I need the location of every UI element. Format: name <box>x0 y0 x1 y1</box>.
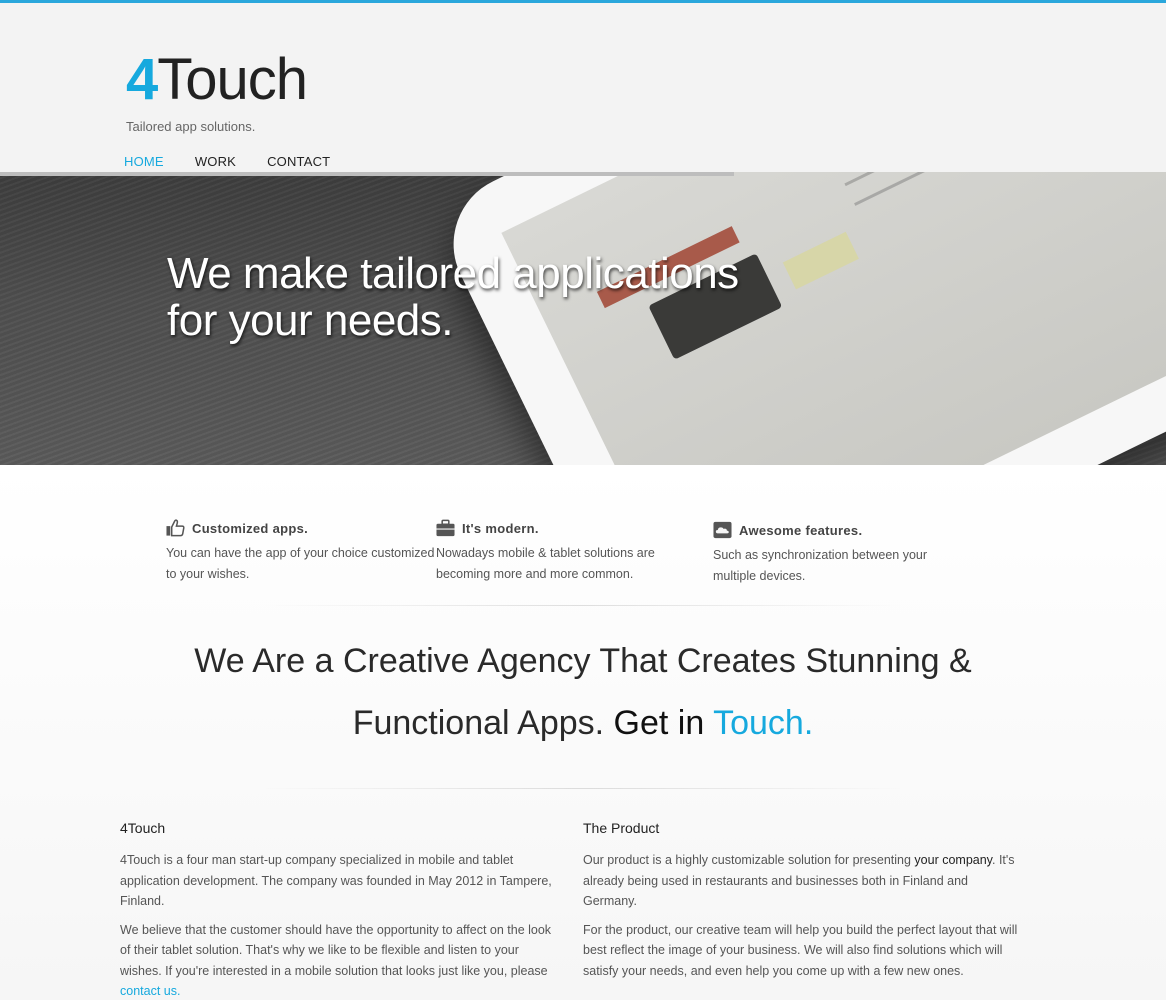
hero-title-line-1: We make tailored applications <box>167 249 739 298</box>
screen-yellow-block <box>782 231 859 290</box>
product-paragraph-1: Our product is a highly customizable sol… <box>583 850 1023 912</box>
tagline: Tailored app solutions. <box>126 119 256 134</box>
screen-text-line <box>844 172 1080 187</box>
about-paragraph-2: We believe that the customer should have… <box>120 920 560 1000</box>
agency-headline: We Are a Creative Agency That Creates St… <box>0 630 1166 754</box>
product-column: The Product Our product is a highly cust… <box>583 820 1023 989</box>
feature-text: You can have the app of your choice cust… <box>166 546 435 581</box>
logo-word: Touch <box>157 47 308 112</box>
feature-text: Such as synchronization between your mul… <box>713 548 928 583</box>
logo-number: 4 <box>126 47 158 112</box>
about-title: 4Touch <box>120 820 166 836</box>
main-nav: HOME WORK CONTACT <box>124 154 361 169</box>
feature-awesome: Awesome features. Such as synchronizatio… <box>713 519 973 587</box>
site-header: 4Touch Tailored app solutions. HOME WORK… <box>0 3 1166 172</box>
nav-home[interactable]: HOME <box>124 154 164 169</box>
feature-modern: It's modern. Nowadays mobile & tablet so… <box>436 517 706 585</box>
about-paragraph-2-text: We believe that the customer should have… <box>120 922 552 978</box>
feature-title: It's modern. <box>462 520 539 536</box>
headline-get-in: Get in <box>613 704 714 742</box>
headline-line-2: Functional Apps. Get in Touch. <box>0 692 1166 754</box>
feature-customized-apps: Customized apps. You can have the app of… <box>166 517 436 585</box>
feature-title: Awesome features. <box>739 522 863 538</box>
headline-functional: Functional Apps. <box>352 704 614 742</box>
nav-work[interactable]: WORK <box>195 154 236 169</box>
thumbs-up-icon <box>166 519 185 537</box>
hero-title: We make tailored applications for your n… <box>167 250 787 344</box>
product-title: The Product <box>583 820 660 836</box>
about-paragraph-1: 4Touch is a four man start-up company sp… <box>120 853 552 908</box>
headline-touch-link[interactable]: Touch. <box>713 704 813 742</box>
about-column: 4Touch 4Touch is a four man start-up com… <box>120 820 560 1000</box>
nav-contact[interactable]: CONTACT <box>267 154 330 169</box>
product-paragraph-2: For the product, our creative team will … <box>583 922 1018 978</box>
hero-title-line-2: for your needs. <box>167 296 454 345</box>
cloud-icon <box>713 521 732 539</box>
feature-title: Customized apps. <box>192 520 309 536</box>
screen-text-line <box>854 172 1117 206</box>
section-divider <box>260 605 906 606</box>
product-p1-text-a: Our product is a highly customizable sol… <box>583 853 915 867</box>
feature-text: Nowadays mobile & tablet solutions are b… <box>436 546 655 581</box>
nav-progress-bar <box>0 172 734 176</box>
briefcase-icon <box>436 519 455 537</box>
contact-us-link[interactable]: contact us. <box>120 984 180 998</box>
section-divider <box>260 788 906 789</box>
site-logo[interactable]: 4Touch <box>126 47 308 112</box>
headline-line-1: We Are a Creative Agency That Creates St… <box>194 642 972 680</box>
product-p1-company: your company <box>914 853 993 867</box>
